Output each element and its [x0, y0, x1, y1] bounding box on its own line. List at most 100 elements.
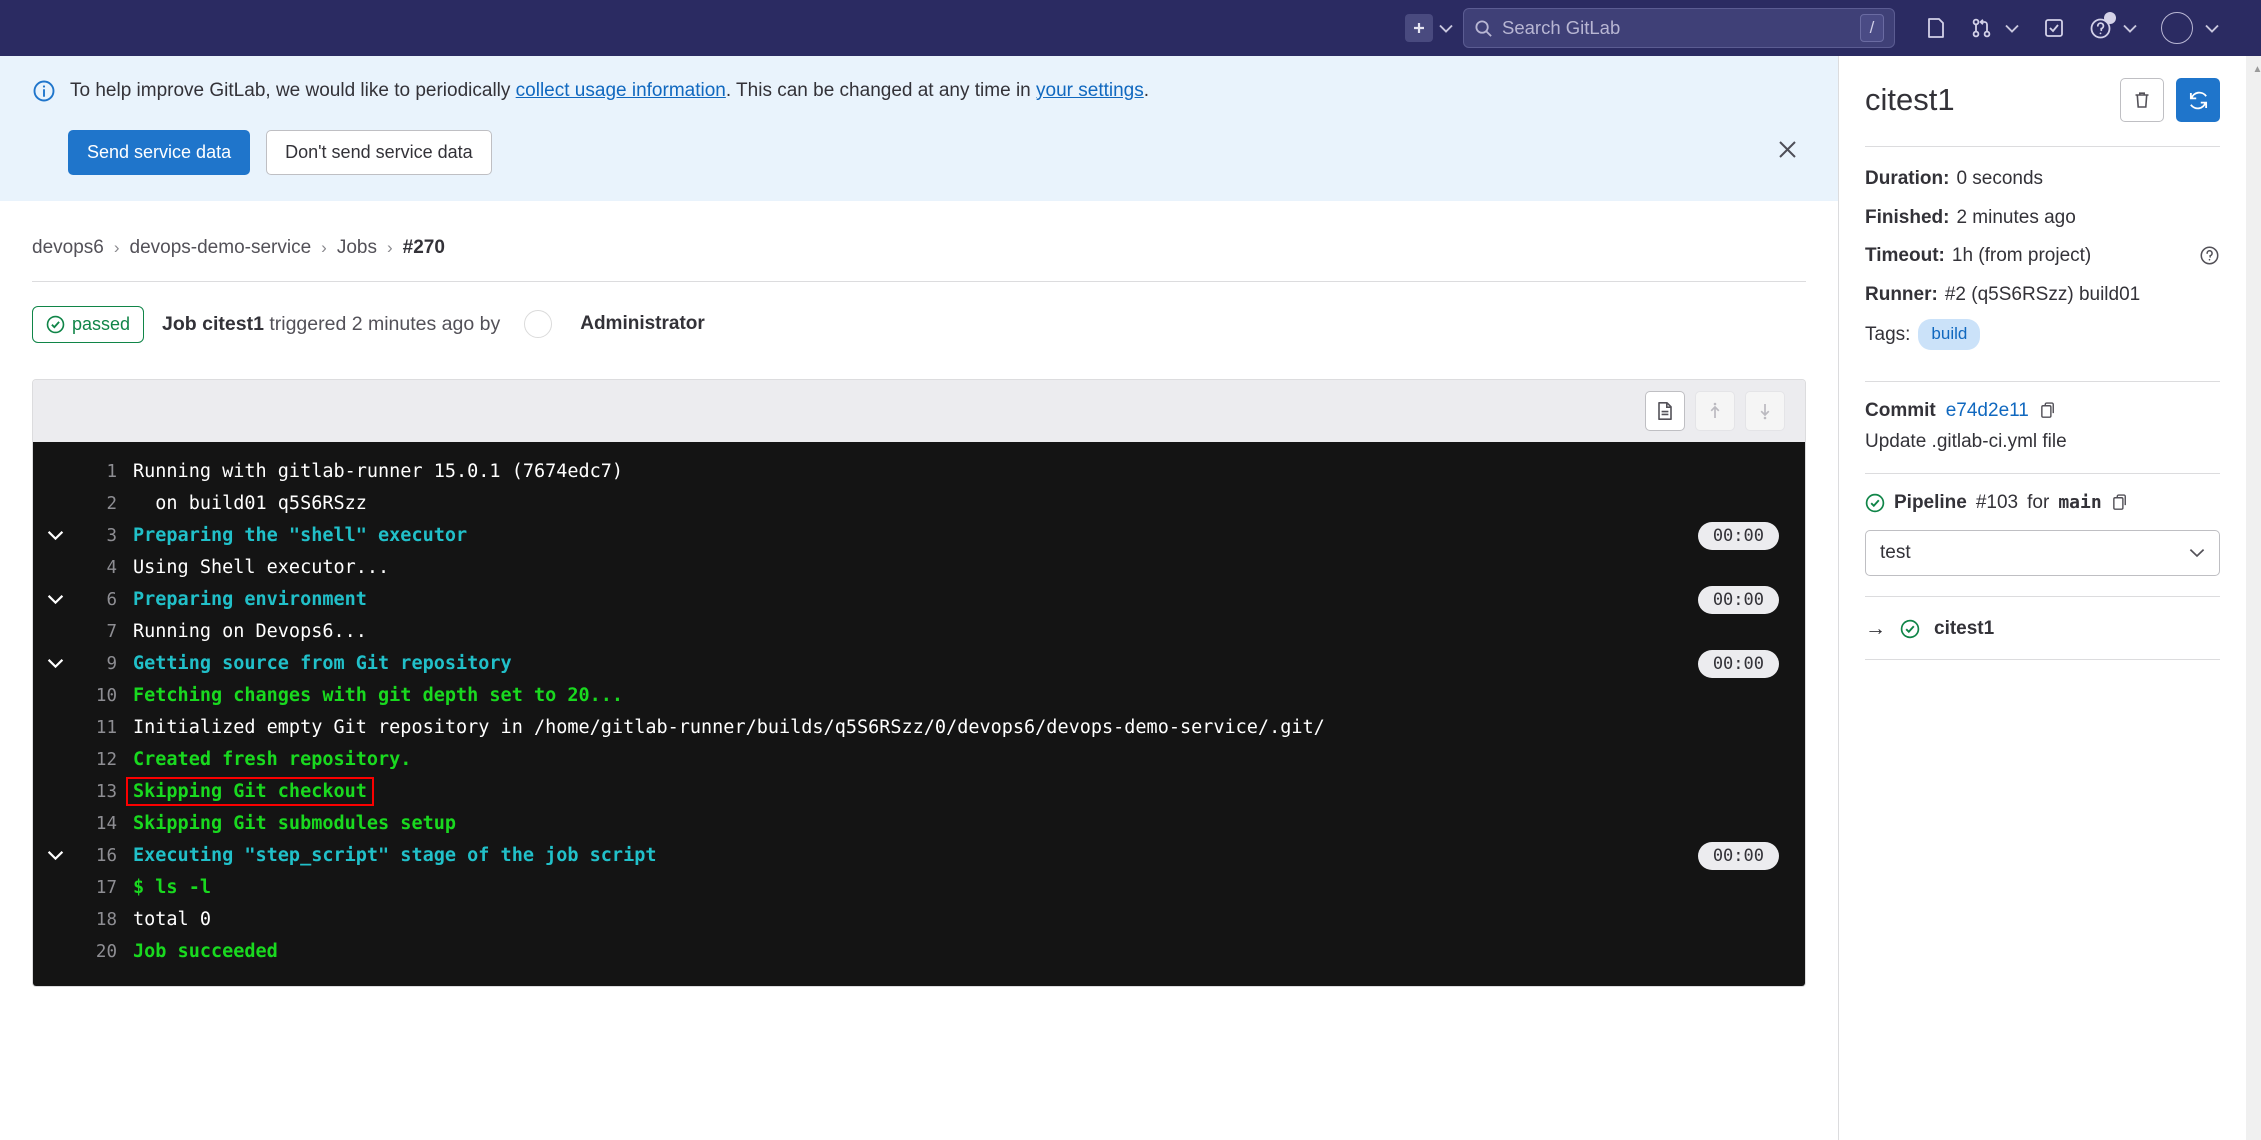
log-line-number[interactable]: 12 — [77, 750, 117, 770]
log-line-number[interactable]: 6 — [77, 590, 117, 610]
log-line-text: Using Shell executor... — [133, 557, 390, 578]
alert-buttons: Send service data Don't send service dat… — [36, 130, 1838, 175]
create-new-button[interactable] — [1405, 14, 1433, 42]
raw-log-icon[interactable] — [1645, 390, 1685, 431]
current-job-arrow-icon: → — [1865, 616, 1886, 640]
triggerer-avatar[interactable] — [524, 310, 553, 338]
log-line-text: Running with gitlab-runner 15.0.1 (7674e… — [133, 461, 624, 482]
log-line: 12 Created fresh repository. — [33, 744, 1805, 776]
copy-pipeline-ref-icon[interactable] — [2111, 493, 2130, 512]
job-header: passed Job citest1 triggered 2 minutes a… — [32, 282, 1806, 365]
log-line-number[interactable]: 7 — [77, 622, 117, 642]
sidebar-job-name: citest1 — [1865, 82, 1955, 117]
send-service-data-button[interactable]: Send service data — [68, 130, 251, 175]
status-badge[interactable]: passed — [32, 305, 145, 343]
main-content: devops6 › devops-demo-service › Jobs › #… — [0, 201, 1838, 987]
job-title: Job citest1 triggered 2 minutes ago by — [162, 313, 500, 336]
commit-sha-link[interactable]: e74d2e11 — [1946, 400, 2029, 422]
help-icon[interactable] — [2083, 11, 2117, 45]
trash-icon[interactable] — [2120, 78, 2164, 122]
close-icon[interactable] — [1772, 134, 1802, 164]
breadcrumb-item-jobs[interactable]: Jobs — [337, 237, 377, 259]
stage-select[interactable]: test — [1865, 529, 2220, 576]
help-notification-dot — [2104, 12, 2116, 24]
collapse-section-chevron-down-icon[interactable] — [33, 850, 77, 861]
job-status-passed-icon — [1900, 619, 1920, 639]
detail-value: 2 minutes ago — [1956, 206, 2076, 228]
log-line-text: Created fresh repository. — [133, 749, 412, 770]
merge-requests-chevron-down-icon[interactable] — [1999, 14, 2025, 42]
job-log-body: 1 Running with gitlab-runner 15.0.1 (7674… — [33, 441, 1805, 986]
help-circle-icon[interactable] — [2199, 245, 2220, 266]
plus-icon[interactable] — [1405, 14, 1433, 42]
triggerer-name[interactable]: Administrator — [580, 313, 705, 335]
your-settings-link[interactable]: your settings — [1036, 80, 1144, 101]
retry-icon[interactable] — [2176, 78, 2220, 122]
log-line-number[interactable]: 10 — [77, 686, 117, 706]
log-line-number[interactable]: 1 — [77, 462, 117, 482]
detail-label: Runner: — [1865, 283, 1938, 305]
log-line-number[interactable]: 20 — [77, 942, 117, 962]
section-duration-badge: 00:00 — [1697, 521, 1779, 550]
merge-requests-icon[interactable] — [1965, 11, 1999, 45]
job-log-panel: 1 Running with gitlab-runner 15.0.1 (7674… — [32, 378, 1806, 987]
log-line-text: Preparing environment — [133, 589, 367, 610]
log-line-number[interactable]: 2 — [77, 494, 117, 514]
commit-message: Update .gitlab-ci.yml file — [1865, 430, 2067, 452]
tag-chip[interactable]: build — [1918, 319, 1981, 350]
search-input[interactable] — [1502, 17, 1860, 39]
breadcrumb-item-project[interactable]: devops-demo-service — [130, 237, 312, 259]
job-log-toolbar — [33, 379, 1805, 442]
scroll-to-top-icon[interactable] — [1695, 390, 1735, 431]
log-line-number[interactable]: 11 — [77, 718, 117, 738]
breadcrumb-separator-icon: › — [113, 237, 120, 257]
collapse-section-chevron-down-icon[interactable] — [33, 658, 77, 669]
dont-send-service-data-button[interactable]: Don't send service data — [266, 130, 492, 175]
help-chevron-down-icon[interactable] — [2117, 14, 2143, 42]
log-line-number[interactable]: 4 — [77, 558, 117, 578]
search-input-wrapper[interactable]: / — [1463, 8, 1895, 48]
sidebar-details: Duration: 0 seconds Finished: 2 minutes … — [1865, 147, 2220, 381]
log-line-number[interactable]: 16 — [77, 846, 117, 866]
log-line-number[interactable]: 14 — [77, 814, 117, 834]
log-line-number[interactable]: 17 — [77, 878, 117, 898]
status-passed-icon — [46, 315, 65, 334]
detail-value: #2 (q5S6RSzz) build01 — [1944, 283, 2141, 305]
job-title-bold: Job citest1 — [162, 312, 264, 335]
copy-commit-sha-icon[interactable] — [2039, 401, 2058, 420]
page-scrollbar[interactable]: ▲ — [2246, 56, 2261, 1140]
detail-value: 0 seconds — [1956, 168, 2044, 189]
top-navbar: / — [0, 0, 2261, 56]
issues-icon[interactable] — [1919, 11, 1953, 45]
log-line-number[interactable]: 18 — [77, 910, 117, 930]
scroll-up-arrow-icon[interactable]: ▲ — [2253, 64, 2261, 75]
alert-text-middle: . This can be changed at any time in — [725, 80, 1037, 101]
log-line-text: Getting source from Git repository — [133, 653, 512, 674]
log-line-number[interactable]: 3 — [77, 526, 117, 546]
log-line: 17 $ ls -l — [33, 872, 1805, 904]
log-line-text: on build01 q5S6RSzz — [133, 493, 367, 514]
collapse-section-chevron-down-icon[interactable] — [33, 530, 77, 541]
create-new-chevron-down-icon[interactable] — [1433, 14, 1459, 42]
scroll-to-bottom-icon[interactable] — [1745, 390, 1785, 431]
sidebar-job-list-item[interactable]: → citest1 — [1865, 597, 2220, 659]
main-content-column: To help improve GitLab, we would like to… — [0, 56, 1838, 1140]
collapse-section-chevron-down-icon[interactable] — [33, 594, 77, 605]
breadcrumb-item-current: #270 — [402, 236, 445, 258]
log-line: 9 Getting source from Git repository 00:00 — [33, 648, 1805, 680]
todos-icon[interactable] — [2037, 11, 2071, 45]
detail-timeout: Timeout: 1h (from project) — [1865, 242, 2220, 270]
breadcrumb: devops6 › devops-demo-service › Jobs › #… — [32, 201, 1806, 281]
pipeline-ref[interactable]: main — [2058, 492, 2101, 513]
user-avatar[interactable] — [2161, 12, 2193, 44]
detail-label: Duration: — [1865, 168, 1950, 189]
pipeline-row: Pipeline #103 for main — [1865, 492, 2220, 514]
breadcrumb-item-group[interactable]: devops6 — [32, 237, 104, 259]
log-line-text: Job succeeded — [133, 941, 278, 962]
collect-usage-information-link[interactable]: collect usage information — [516, 80, 726, 101]
pipeline-number[interactable]: #103 — [1976, 492, 2018, 514]
log-line-number[interactable]: 9 — [77, 654, 117, 674]
alert-message: To help improve GitLab, we would like to… — [70, 78, 1149, 105]
log-line-number[interactable]: 13 — [77, 782, 117, 802]
user-menu-chevron-down-icon[interactable] — [2199, 14, 2225, 42]
